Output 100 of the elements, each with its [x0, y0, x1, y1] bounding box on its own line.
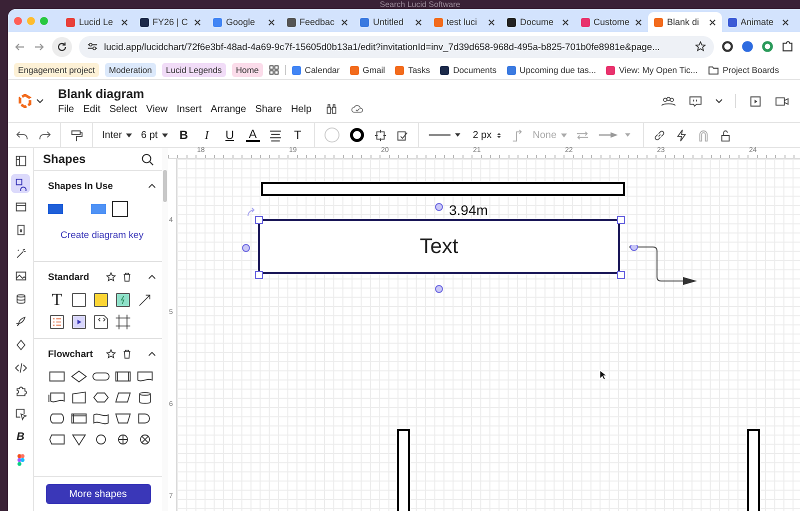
font-dropdown[interactable]: Inter [102, 130, 132, 140]
browser-tab[interactable]: FY26 | C [134, 12, 207, 32]
collapse-icon[interactable] [148, 183, 156, 189]
flowchart-shape[interactable] [48, 390, 66, 405]
bookmark-link[interactable]: Calendar [292, 65, 340, 75]
menu-item[interactable]: Insert [176, 104, 202, 114]
crop-icon[interactable] [374, 128, 387, 142]
apps-grid-icon[interactable] [268, 65, 286, 75]
forward-icon[interactable] [33, 40, 45, 52]
style-icon[interactable] [396, 128, 409, 142]
bookmark-chip[interactable]: Moderation [104, 63, 156, 77]
font-size-dropdown[interactable]: 6 pt [141, 130, 168, 140]
browser-tab[interactable]: Lucid Le [60, 12, 134, 32]
trash-icon[interactable] [122, 272, 132, 282]
connector-arrow[interactable] [629, 245, 699, 285]
browser-tab[interactable]: Google [207, 12, 280, 32]
shape-swatch[interactable] [91, 204, 106, 214]
flowchart-shape[interactable] [70, 432, 88, 447]
align-icon[interactable] [268, 128, 282, 142]
rectangle-shape[interactable] [71, 292, 87, 308]
connection-point[interactable] [242, 244, 250, 252]
shape-swatch[interactable] [112, 201, 128, 217]
rectangle-shape[interactable] [261, 182, 625, 196]
resize-handle[interactable] [255, 216, 263, 224]
undo-icon[interactable] [16, 128, 29, 142]
sidebar-tool[interactable]: B [11, 427, 30, 446]
close-icon[interactable] [194, 18, 201, 26]
bookmark-link[interactable]: Tasks [395, 65, 430, 75]
link-icon[interactable] [652, 128, 666, 142]
frame-shape[interactable] [115, 314, 131, 330]
puzzle-icon[interactable] [781, 40, 794, 53]
lightning-icon[interactable] [674, 128, 688, 142]
flowchart-shape[interactable] [70, 411, 88, 426]
star-icon[interactable] [106, 349, 116, 359]
text-shape[interactable]: T [52, 292, 62, 308]
close-icon[interactable] [562, 18, 568, 26]
close-icon[interactable] [341, 18, 348, 26]
more-shapes-button[interactable]: More shapes [46, 484, 150, 504]
video-icon[interactable] [775, 94, 790, 108]
search-icon[interactable] [141, 152, 154, 166]
menu-item[interactable]: Share [255, 104, 282, 114]
present-icon[interactable] [748, 94, 763, 108]
flowchart-shape[interactable] [48, 411, 66, 426]
close-icon[interactable] [120, 18, 128, 26]
flowchart-shape[interactable] [136, 390, 154, 405]
menu-item[interactable]: File [58, 104, 74, 114]
menu-item[interactable]: View [146, 104, 168, 114]
format-painter-icon[interactable] [70, 128, 83, 142]
flowchart-shape[interactable] [70, 390, 88, 405]
bookmark-chip[interactable]: Engagement project [14, 63, 99, 77]
bookmark-link[interactable]: Upcoming due tas... [506, 65, 596, 75]
close-icon[interactable] [488, 18, 495, 26]
bookmark-link[interactable]: Gmail [350, 65, 386, 75]
browser-tab[interactable]: Feedbac [280, 12, 354, 32]
bookmark-link[interactable]: View: My Open Tic... [606, 65, 698, 75]
flowchart-shape[interactable] [136, 369, 154, 384]
document-title[interactable]: Blank diagram [58, 87, 364, 101]
close-icon[interactable] [635, 18, 642, 26]
trash-icon[interactable] [122, 349, 132, 359]
list-shape[interactable] [49, 314, 65, 330]
close-icon[interactable] [414, 18, 422, 26]
menu-item[interactable]: Edit [83, 104, 100, 114]
browser-tab[interactable]: Animate [722, 12, 795, 32]
extension-icon[interactable] [721, 40, 734, 53]
close-icon[interactable] [708, 18, 716, 26]
comment-icon[interactable] [688, 94, 703, 108]
flowchart-shape[interactable] [114, 390, 132, 405]
scrollbar-thumb[interactable] [163, 170, 167, 202]
arrow-shape[interactable] [137, 292, 153, 308]
connection-point[interactable] [435, 203, 443, 211]
shape-swatch[interactable] [48, 204, 63, 214]
menu-item[interactable]: Select [109, 104, 138, 114]
cloud-icon[interactable] [350, 103, 364, 115]
flowchart-shape[interactable] [114, 411, 132, 426]
rotate-handle-icon[interactable] [247, 207, 257, 217]
text-size-button[interactable]: T [290, 128, 305, 142]
back-icon[interactable] [14, 40, 26, 52]
format-button[interactable]: U [222, 128, 237, 142]
video-shape[interactable] [71, 314, 87, 330]
browser-tab[interactable]: test luci [428, 12, 501, 32]
format-button[interactable]: B [176, 128, 191, 142]
line-width-field[interactable]: 2 px [472, 130, 502, 140]
collaborators-icon[interactable] [661, 94, 676, 108]
flowchart-shape[interactable] [114, 369, 132, 384]
site-settings-icon[interactable] [87, 41, 98, 52]
menu-item[interactable]: Help [290, 104, 312, 114]
star-icon[interactable] [106, 272, 116, 282]
text-shape[interactable]: Text [258, 219, 620, 274]
line-color-icon[interactable] [348, 127, 365, 143]
flowchart-shape[interactable] [92, 411, 110, 426]
caret-icon[interactable] [36, 98, 44, 104]
bookmark-chip[interactable]: Lucid Legends [162, 63, 226, 77]
address-bar[interactable]: lucid.app/lucidchart/72f6e3bf-48ad-4a69-9c7f-15605d0b13a1/edit?invitationId=inv_7d39d658-968d-495a-b825-701b0fe8981e&page... [79, 36, 714, 58]
bookmark-chip[interactable]: Home [232, 63, 263, 77]
flowchart-shape[interactable] [92, 390, 110, 405]
close-icon[interactable] [782, 18, 789, 26]
reload-icon[interactable] [52, 36, 72, 56]
collapse-icon[interactable] [148, 351, 156, 357]
caret-icon[interactable] [715, 98, 723, 104]
embed-shape[interactable] [93, 314, 109, 330]
